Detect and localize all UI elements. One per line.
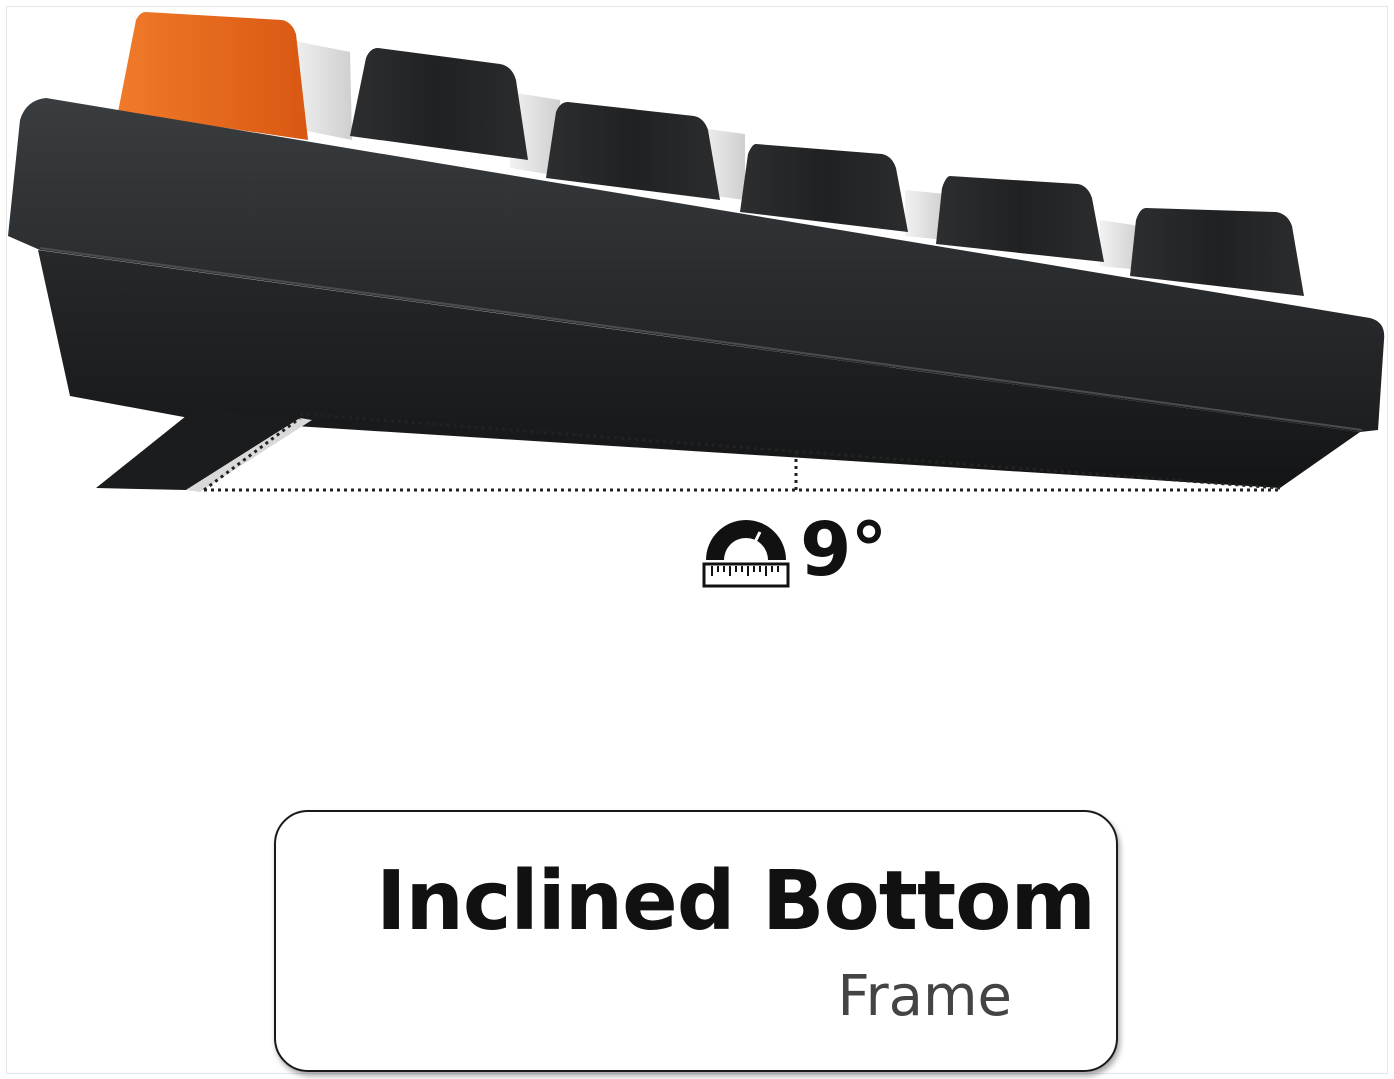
caption-subtitle: Frame <box>837 964 1012 1029</box>
caption-title: Inclined Bottom <box>376 854 1096 949</box>
keyboard-side-view <box>8 12 1385 492</box>
caption-box: Inclined Bottom Frame <box>274 810 1118 1072</box>
product-image: 9° Inclined Bottom Frame <box>0 0 1394 1079</box>
kickstand-foot <box>96 408 300 490</box>
angle-indicator: 9° <box>702 505 887 595</box>
angle-value: 9° <box>800 507 887 593</box>
protractor-icon <box>702 520 790 588</box>
